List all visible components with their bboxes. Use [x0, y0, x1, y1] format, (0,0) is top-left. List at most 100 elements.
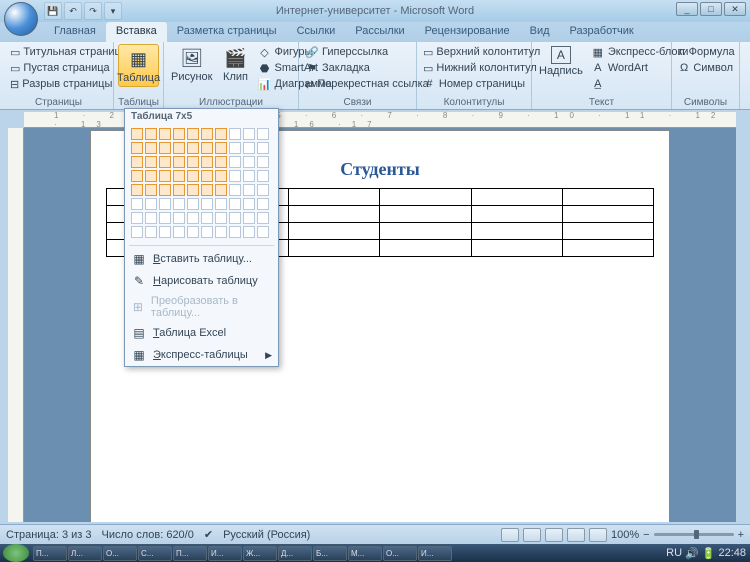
grid-cell[interactable]: [131, 226, 143, 238]
grid-cell[interactable]: [201, 142, 213, 154]
zoom-in-button[interactable]: +: [738, 529, 744, 541]
grid-cell[interactable]: [187, 156, 199, 168]
close-button[interactable]: ✕: [724, 2, 746, 16]
grid-cell[interactable]: [145, 142, 157, 154]
grid-cell[interactable]: [173, 184, 185, 196]
word-count[interactable]: Число слов: 620/0: [102, 529, 194, 541]
grid-cell[interactable]: [257, 184, 269, 196]
grid-cell[interactable]: [187, 170, 199, 182]
menu-item[interactable]: ✎Нарисовать таблицу: [125, 270, 278, 292]
grid-cell[interactable]: [243, 156, 255, 168]
grid-cell[interactable]: [131, 198, 143, 210]
tab-dev[interactable]: Разработчик: [560, 22, 644, 42]
grid-cell[interactable]: [243, 142, 255, 154]
tab-layout[interactable]: Разметка страницы: [167, 22, 287, 42]
zoom-out-button[interactable]: −: [643, 529, 649, 541]
grid-cell[interactable]: [145, 226, 157, 238]
pagenum-button[interactable]: #Номер страницы: [421, 76, 527, 92]
grid-cell[interactable]: [229, 170, 241, 182]
grid-cell[interactable]: [201, 212, 213, 224]
grid-cell[interactable]: [229, 226, 241, 238]
grid-cell[interactable]: [145, 128, 157, 140]
grid-cell[interactable]: [229, 156, 241, 168]
grid-cell[interactable]: [131, 142, 143, 154]
maximize-button[interactable]: □: [700, 2, 722, 16]
taskbar-item[interactable]: П...: [33, 546, 67, 561]
language-indicator[interactable]: Русский (Россия): [223, 529, 310, 541]
tray-lang[interactable]: RU: [666, 547, 682, 559]
grid-cell[interactable]: [145, 212, 157, 224]
taskbar-item[interactable]: Д...: [278, 546, 312, 561]
grid-cell[interactable]: [257, 212, 269, 224]
taskbar-item[interactable]: И...: [208, 546, 242, 561]
grid-cell[interactable]: [201, 156, 213, 168]
grid-cell[interactable]: [159, 184, 171, 196]
formula-button[interactable]: πФормула: [676, 44, 735, 60]
grid-cell[interactable]: [215, 170, 227, 182]
grid-cell[interactable]: [215, 156, 227, 168]
zoom-slider[interactable]: [654, 533, 734, 536]
bookmark-button[interactable]: ⚑Закладка: [303, 60, 412, 76]
grid-cell[interactable]: [229, 184, 241, 196]
grid-cell[interactable]: [159, 212, 171, 224]
grid-cell[interactable]: [159, 198, 171, 210]
blank-page-button[interactable]: ▭Пустая страница: [8, 60, 109, 76]
grid-cell[interactable]: [229, 128, 241, 140]
vertical-ruler[interactable]: [8, 128, 24, 522]
page-indicator[interactable]: Страница: 3 из 3: [6, 529, 92, 541]
zoom-level[interactable]: 100%: [611, 529, 639, 541]
crossref-button[interactable]: ⇄Перекрестная ссылка: [303, 76, 412, 92]
grid-cell[interactable]: [229, 142, 241, 154]
web-view[interactable]: [545, 528, 563, 542]
grid-cell[interactable]: [145, 156, 157, 168]
grid-cell[interactable]: [257, 142, 269, 154]
grid-cell[interactable]: [201, 170, 213, 182]
grid-cell[interactable]: [131, 212, 143, 224]
footer-button[interactable]: ▭Нижний колонтитул: [421, 60, 527, 76]
grid-cell[interactable]: [229, 212, 241, 224]
grid-cell[interactable]: [173, 226, 185, 238]
grid-cell[interactable]: [201, 226, 213, 238]
table-grid-picker[interactable]: [125, 124, 278, 243]
taskbar-item[interactable]: O...: [383, 546, 417, 561]
tab-insert[interactable]: Вставка: [106, 22, 167, 42]
tab-home[interactable]: Главная: [44, 22, 106, 42]
grid-cell[interactable]: [159, 226, 171, 238]
grid-cell[interactable]: [243, 212, 255, 224]
grid-cell[interactable]: [243, 226, 255, 238]
taskbar-item[interactable]: O...: [103, 546, 137, 561]
outline-view[interactable]: [567, 528, 585, 542]
grid-cell[interactable]: [159, 142, 171, 154]
grid-cell[interactable]: [145, 198, 157, 210]
menu-item[interactable]: ▦Вставить таблицу...: [125, 248, 278, 270]
grid-cell[interactable]: [187, 128, 199, 140]
grid-cell[interactable]: [257, 170, 269, 182]
tab-mail[interactable]: Рассылки: [345, 22, 414, 42]
taskbar-item[interactable]: Б...: [313, 546, 347, 561]
header-button[interactable]: ▭Верхний колонтитул: [421, 44, 527, 60]
tab-review[interactable]: Рецензирование: [415, 22, 520, 42]
menu-item[interactable]: ▦Экспресс-таблицы▶: [125, 344, 278, 366]
menu-item[interactable]: ▤Таблица Excel: [125, 322, 278, 344]
grid-cell[interactable]: [257, 226, 269, 238]
grid-cell[interactable]: [243, 170, 255, 182]
taskbar-item[interactable]: П...: [173, 546, 207, 561]
grid-cell[interactable]: [159, 128, 171, 140]
grid-cell[interactable]: [173, 212, 185, 224]
grid-cell[interactable]: [229, 198, 241, 210]
taskbar-item[interactable]: M...: [348, 546, 382, 561]
tray-icon[interactable]: 🔊: [685, 547, 699, 560]
print-layout-view[interactable]: [501, 528, 519, 542]
grid-cell[interactable]: [159, 170, 171, 182]
grid-cell[interactable]: [215, 184, 227, 196]
grid-cell[interactable]: [187, 142, 199, 154]
grid-cell[interactable]: [243, 128, 255, 140]
grid-cell[interactable]: [215, 212, 227, 224]
spellcheck-icon[interactable]: ✔: [204, 528, 213, 541]
grid-cell[interactable]: [201, 128, 213, 140]
undo-icon[interactable]: ↶: [64, 2, 82, 20]
grid-cell[interactable]: [201, 198, 213, 210]
taskbar-item[interactable]: Л...: [68, 546, 102, 561]
grid-cell[interactable]: [173, 128, 185, 140]
grid-cell[interactable]: [257, 156, 269, 168]
